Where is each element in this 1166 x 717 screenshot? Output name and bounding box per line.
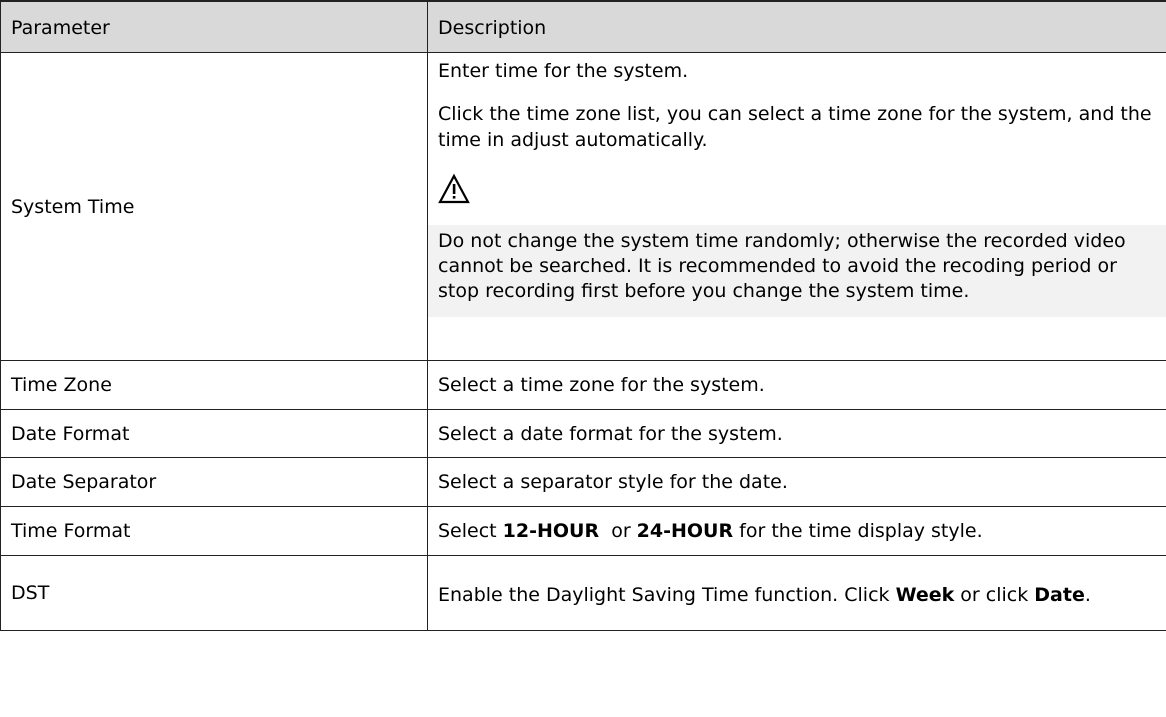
param-dst: DST — [0, 555, 428, 631]
parameter-table: Parameter Description System Time Enter … — [0, 0, 1166, 631]
desc-dst: Enable the Daylight Saving Time function… — [427, 555, 1166, 631]
table-row-time-format: Time Format Select 12-HOUR or 24-HOUR fo… — [0, 506, 1166, 556]
desc-time-format-mid: or — [599, 520, 637, 542]
table-row-date-format: Date Format Select a date format for the… — [0, 409, 1166, 458]
table-row-system-time: System Time Enter time for the system. C… — [0, 52, 1166, 361]
param-date-separator: Date Separator — [0, 457, 428, 507]
warning-note-text: Do not change the system time randomly; … — [438, 229, 1126, 303]
option-24-hour: 24-HOUR — [636, 520, 734, 542]
desc-dst-mid: or click — [954, 583, 1035, 606]
option-week: Week — [895, 583, 955, 606]
desc-time-format-pre: Select — [438, 520, 503, 542]
option-date: Date — [1034, 583, 1085, 606]
table-row-date-separator: Date Separator Select a separator style … — [0, 457, 1166, 507]
param-date-format: Date Format — [0, 409, 428, 458]
desc-dst-pre: Enable the Daylight Saving Time function… — [438, 583, 896, 606]
desc-date-format: Select a date format for the system. — [427, 409, 1166, 458]
desc-time-format-post: for the time display style. — [733, 520, 983, 542]
table-row-time-zone: Time Zone Select a time zone for the sys… — [0, 360, 1166, 410]
desc-time-format: Select 12-HOUR or 24-HOUR for the time d… — [427, 506, 1166, 556]
desc-system-time-para-1: Enter time for the system. — [438, 60, 689, 82]
note-header — [428, 160, 1166, 225]
option-12-hour: 12-HOUR — [502, 520, 600, 542]
desc-dst-post: . — [1084, 583, 1091, 606]
desc-system-time: Enter time for the system. Click the tim… — [427, 52, 1166, 361]
desc-system-time-para-2: Click the time zone list, you can select… — [438, 103, 1152, 151]
header-parameter: Parameter — [0, 0, 428, 53]
warning-note-box: Do not change the system time randomly; … — [428, 224, 1166, 317]
table-header-row: Parameter Description — [0, 0, 1166, 53]
table-row-dst: DST Enable the Daylight Saving Time func… — [0, 555, 1166, 631]
param-time-zone: Time Zone — [0, 360, 428, 410]
warning-triangle-icon — [438, 172, 470, 205]
desc-date-separator: Select a separator style for the date. — [427, 457, 1166, 507]
param-time-format: Time Format — [0, 506, 428, 556]
param-system-time: System Time — [0, 52, 428, 361]
desc-time-zone: Select a time zone for the system. — [427, 360, 1166, 410]
header-description: Description — [427, 0, 1166, 53]
